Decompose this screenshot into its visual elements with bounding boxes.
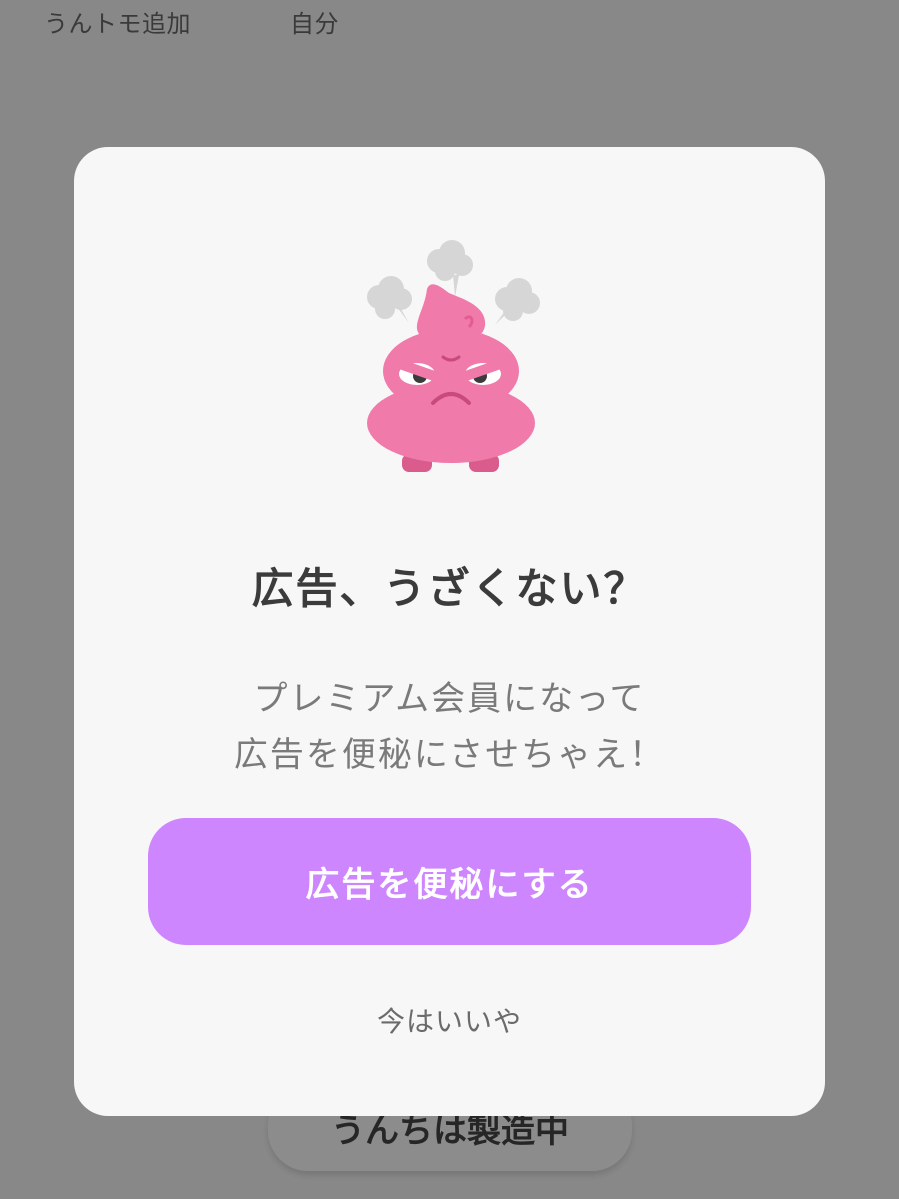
not-now-link[interactable]: 今はいいや (74, 1000, 825, 1040)
dialog-message-line-1: プレミアム会員になって (253, 679, 646, 719)
remove-ads-button[interactable]: 広告を便秘にする (148, 818, 751, 945)
dialog-message-line-2: 広告を便秘にさせちゃえ！ (233, 735, 666, 775)
angry-poop-mascot-icon (367, 240, 540, 472)
tab-self[interactable]: 自分 (290, 4, 339, 39)
tab-add-friend[interactable]: うんトモ追加 (44, 4, 191, 39)
screen: うんトモ追加 自分 うんちは製造中 広告、うざくない？ プレミアム会員になって … (0, 0, 899, 1199)
dialog-title: 広告、うざくない？ (251, 564, 648, 613)
remove-ads-button-label: 広告を便秘にする (305, 866, 594, 904)
dialog-message: プレミアム会員になって 広告を便秘にさせちゃえ！ (74, 671, 825, 783)
premium-upsell-dialog: 広告、うざくない？ プレミアム会員になって 広告を便秘にさせちゃえ！ 広告を便秘… (74, 147, 825, 1116)
